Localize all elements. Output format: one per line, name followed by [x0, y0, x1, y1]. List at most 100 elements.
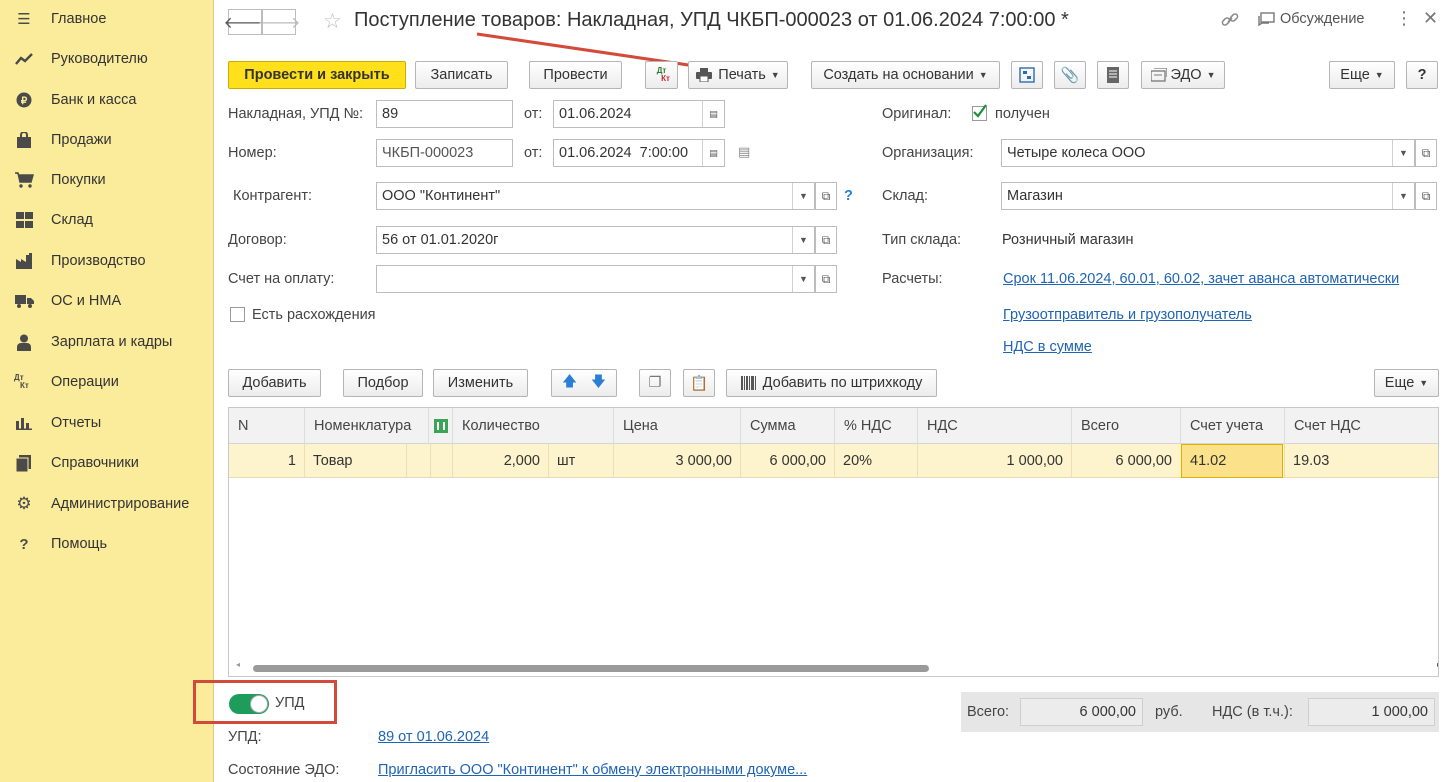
- shipper-consignee-link[interactable]: Грузоотправитель и грузополучатель: [1003, 307, 1252, 323]
- cell-total[interactable]: 6 000,00: [1071, 444, 1180, 478]
- warehouse-field[interactable]: Магазин ▼: [1001, 182, 1415, 210]
- post-and-close-button[interactable]: Провести и закрыть: [228, 61, 406, 89]
- number-date-field[interactable]: 01.06.2024 7:00:00 ▤: [553, 139, 725, 167]
- comment-icon[interactable]: ▤: [738, 144, 750, 160]
- cell-account[interactable]: 41.02: [1181, 444, 1283, 478]
- link-icon[interactable]: [1221, 11, 1239, 33]
- sidebar-item-payroll[interactable]: Зарплата и кадры: [0, 322, 214, 362]
- sidebar-item-manager[interactable]: Руководителю: [0, 39, 214, 79]
- more-vertical-icon[interactable]: ⋮: [1395, 8, 1413, 29]
- chevron-down-icon[interactable]: ▼: [792, 183, 814, 209]
- open-warehouse-button[interactable]: ⧉: [1415, 182, 1437, 210]
- sidebar-item-help[interactable]: ? Помощь: [0, 524, 214, 564]
- column-vat-rate[interactable]: % НДС: [834, 408, 917, 444]
- print-button[interactable]: Печать ▼: [688, 61, 788, 89]
- sidebar-item-main[interactable]: ☰ Главное: [0, 0, 214, 39]
- invoice-date-field[interactable]: 01.06.2024 ▤: [553, 100, 725, 128]
- document-list-icon: [1107, 67, 1119, 83]
- add-row-button[interactable]: Добавить: [228, 369, 321, 397]
- upd-toggle[interactable]: [229, 694, 269, 714]
- sidebar-item-reports[interactable]: Отчеты: [0, 403, 214, 443]
- cell-item[interactable]: Товар: [304, 444, 406, 478]
- vat-in-sum-link[interactable]: НДС в сумме: [1003, 339, 1092, 355]
- scrollbar-thumb[interactable]: [253, 665, 929, 672]
- column-price[interactable]: Цена: [613, 408, 740, 444]
- sidebar-item-references[interactable]: Справочники: [0, 443, 214, 483]
- structure-button[interactable]: [1011, 61, 1043, 89]
- upd-link[interactable]: 89 от 01.06.2024: [378, 729, 489, 745]
- edit-button[interactable]: Изменить: [433, 369, 528, 397]
- more-button[interactable]: Еще ▼: [1329, 61, 1395, 89]
- create-based-on-button[interactable]: Создать на основании ▼: [811, 61, 1000, 89]
- invoice-pay-field[interactable]: ▼: [376, 265, 815, 293]
- chevron-down-icon[interactable]: ▼: [1392, 140, 1414, 166]
- paste-row-button[interactable]: 📋: [683, 369, 715, 397]
- invoice-number-field[interactable]: 89: [376, 100, 513, 128]
- column-total[interactable]: Всего: [1071, 408, 1180, 444]
- cell-quantity[interactable]: 2,000: [452, 444, 548, 478]
- chevron-down-icon[interactable]: ▼: [792, 227, 814, 253]
- original-checkbox[interactable]: [972, 104, 987, 121]
- column-item[interactable]: Номенклатура: [304, 408, 428, 444]
- report-button[interactable]: [1097, 61, 1129, 89]
- column-quantity[interactable]: Количество: [452, 408, 613, 444]
- sidebar-item-operations[interactable]: Дт Кт Операции: [0, 362, 214, 402]
- cell-price[interactable]: 3 000,00: [613, 444, 740, 478]
- sidebar-item-purchases[interactable]: Покупки: [0, 160, 214, 200]
- table-row[interactable]: 1 Товар 2,000 шт 3 000,00 6 000,00 20% 1…: [229, 444, 1438, 478]
- column-sum[interactable]: Сумма: [740, 408, 834, 444]
- sidebar-item-production[interactable]: Производство: [0, 241, 214, 281]
- arrow-down-icon[interactable]: 🡇: [591, 371, 606, 396]
- arrow-up-icon[interactable]: 🡅: [562, 371, 577, 396]
- edo-button[interactable]: ЭДО ▼: [1141, 61, 1225, 89]
- open-counterparty-button[interactable]: ⧉: [815, 182, 837, 210]
- sidebar-item-admin[interactable]: ⚙ Администрирование: [0, 484, 214, 524]
- cell-sum[interactable]: 6 000,00: [740, 444, 834, 478]
- column-account[interactable]: Счет учета: [1180, 408, 1284, 444]
- post-button[interactable]: Провести: [529, 61, 622, 89]
- cell-vat-rate[interactable]: 20%: [834, 444, 917, 478]
- open-organization-button[interactable]: ⧉: [1415, 139, 1437, 167]
- cell-vat[interactable]: 1 000,00: [917, 444, 1071, 478]
- question-icon[interactable]: ?: [844, 188, 853, 204]
- copy-row-button[interactable]: ❐: [639, 369, 671, 397]
- dt-kt-button[interactable]: Дт Кт: [645, 61, 678, 89]
- sidebar-item-warehouse[interactable]: Склад: [0, 200, 214, 240]
- calendar-icon[interactable]: ▤: [702, 140, 724, 166]
- calendar-icon[interactable]: ▤: [702, 101, 724, 127]
- cell-n[interactable]: 1: [229, 444, 304, 478]
- help-button[interactable]: ?: [1406, 61, 1438, 89]
- organization-field[interactable]: Четыре колеса ООО ▼: [1001, 139, 1415, 167]
- add-by-barcode-button[interactable]: Добавить по штрихкоду: [726, 369, 937, 397]
- open-contract-button[interactable]: ⧉: [815, 226, 837, 254]
- scroll-left-icon[interactable]: ◂: [236, 660, 240, 669]
- pick-button[interactable]: Подбор: [343, 369, 423, 397]
- counterparty-field[interactable]: ООО "Континент" ▼: [376, 182, 815, 210]
- table-more-button[interactable]: Еще ▼: [1374, 369, 1439, 397]
- star-icon[interactable]: ☆: [323, 9, 342, 34]
- settlements-link[interactable]: Срок 11.06.2024, 60.01, 60.02, зачет ава…: [1003, 271, 1399, 287]
- save-button[interactable]: Записать: [415, 61, 508, 89]
- attach-button[interactable]: 📎: [1054, 61, 1086, 89]
- edo-invite-link[interactable]: Пригласить ООО "Континент" к обмену элек…: [378, 762, 807, 778]
- open-invoice-pay-button[interactable]: ⧉: [815, 265, 837, 293]
- sidebar-item-fixed-assets[interactable]: ОС и НМА: [0, 281, 214, 321]
- contract-field[interactable]: 56 от 01.01.2020г ▼: [376, 226, 815, 254]
- horizontal-scrollbar[interactable]: ◂ ▸: [236, 660, 1438, 672]
- chevron-down-icon[interactable]: ▼: [1392, 183, 1414, 209]
- cell-vat-account[interactable]: 19.03: [1284, 444, 1438, 478]
- sidebar-item-bank[interactable]: ₽ Банк и касса: [0, 80, 214, 120]
- number-field[interactable]: ЧКБП-000023: [376, 139, 513, 167]
- close-icon[interactable]: ✕: [1423, 8, 1438, 29]
- cell-unit[interactable]: шт: [548, 444, 613, 478]
- column-settings-icon[interactable]: [428, 408, 452, 444]
- sidebar-item-sales[interactable]: Продажи: [0, 120, 214, 160]
- column-vat-account[interactable]: Счет НДС: [1284, 408, 1438, 444]
- forward-button[interactable]: 🡒: [258, 9, 300, 35]
- chevron-down-icon[interactable]: ▼: [792, 266, 814, 292]
- column-vat[interactable]: НДС: [917, 408, 1071, 444]
- scroll-right-icon[interactable]: ▸: [1437, 660, 1438, 669]
- column-n[interactable]: N: [229, 408, 304, 444]
- discrepancy-checkbox[interactable]: [230, 307, 245, 322]
- discussion-button[interactable]: Обсуждение: [1258, 11, 1364, 27]
